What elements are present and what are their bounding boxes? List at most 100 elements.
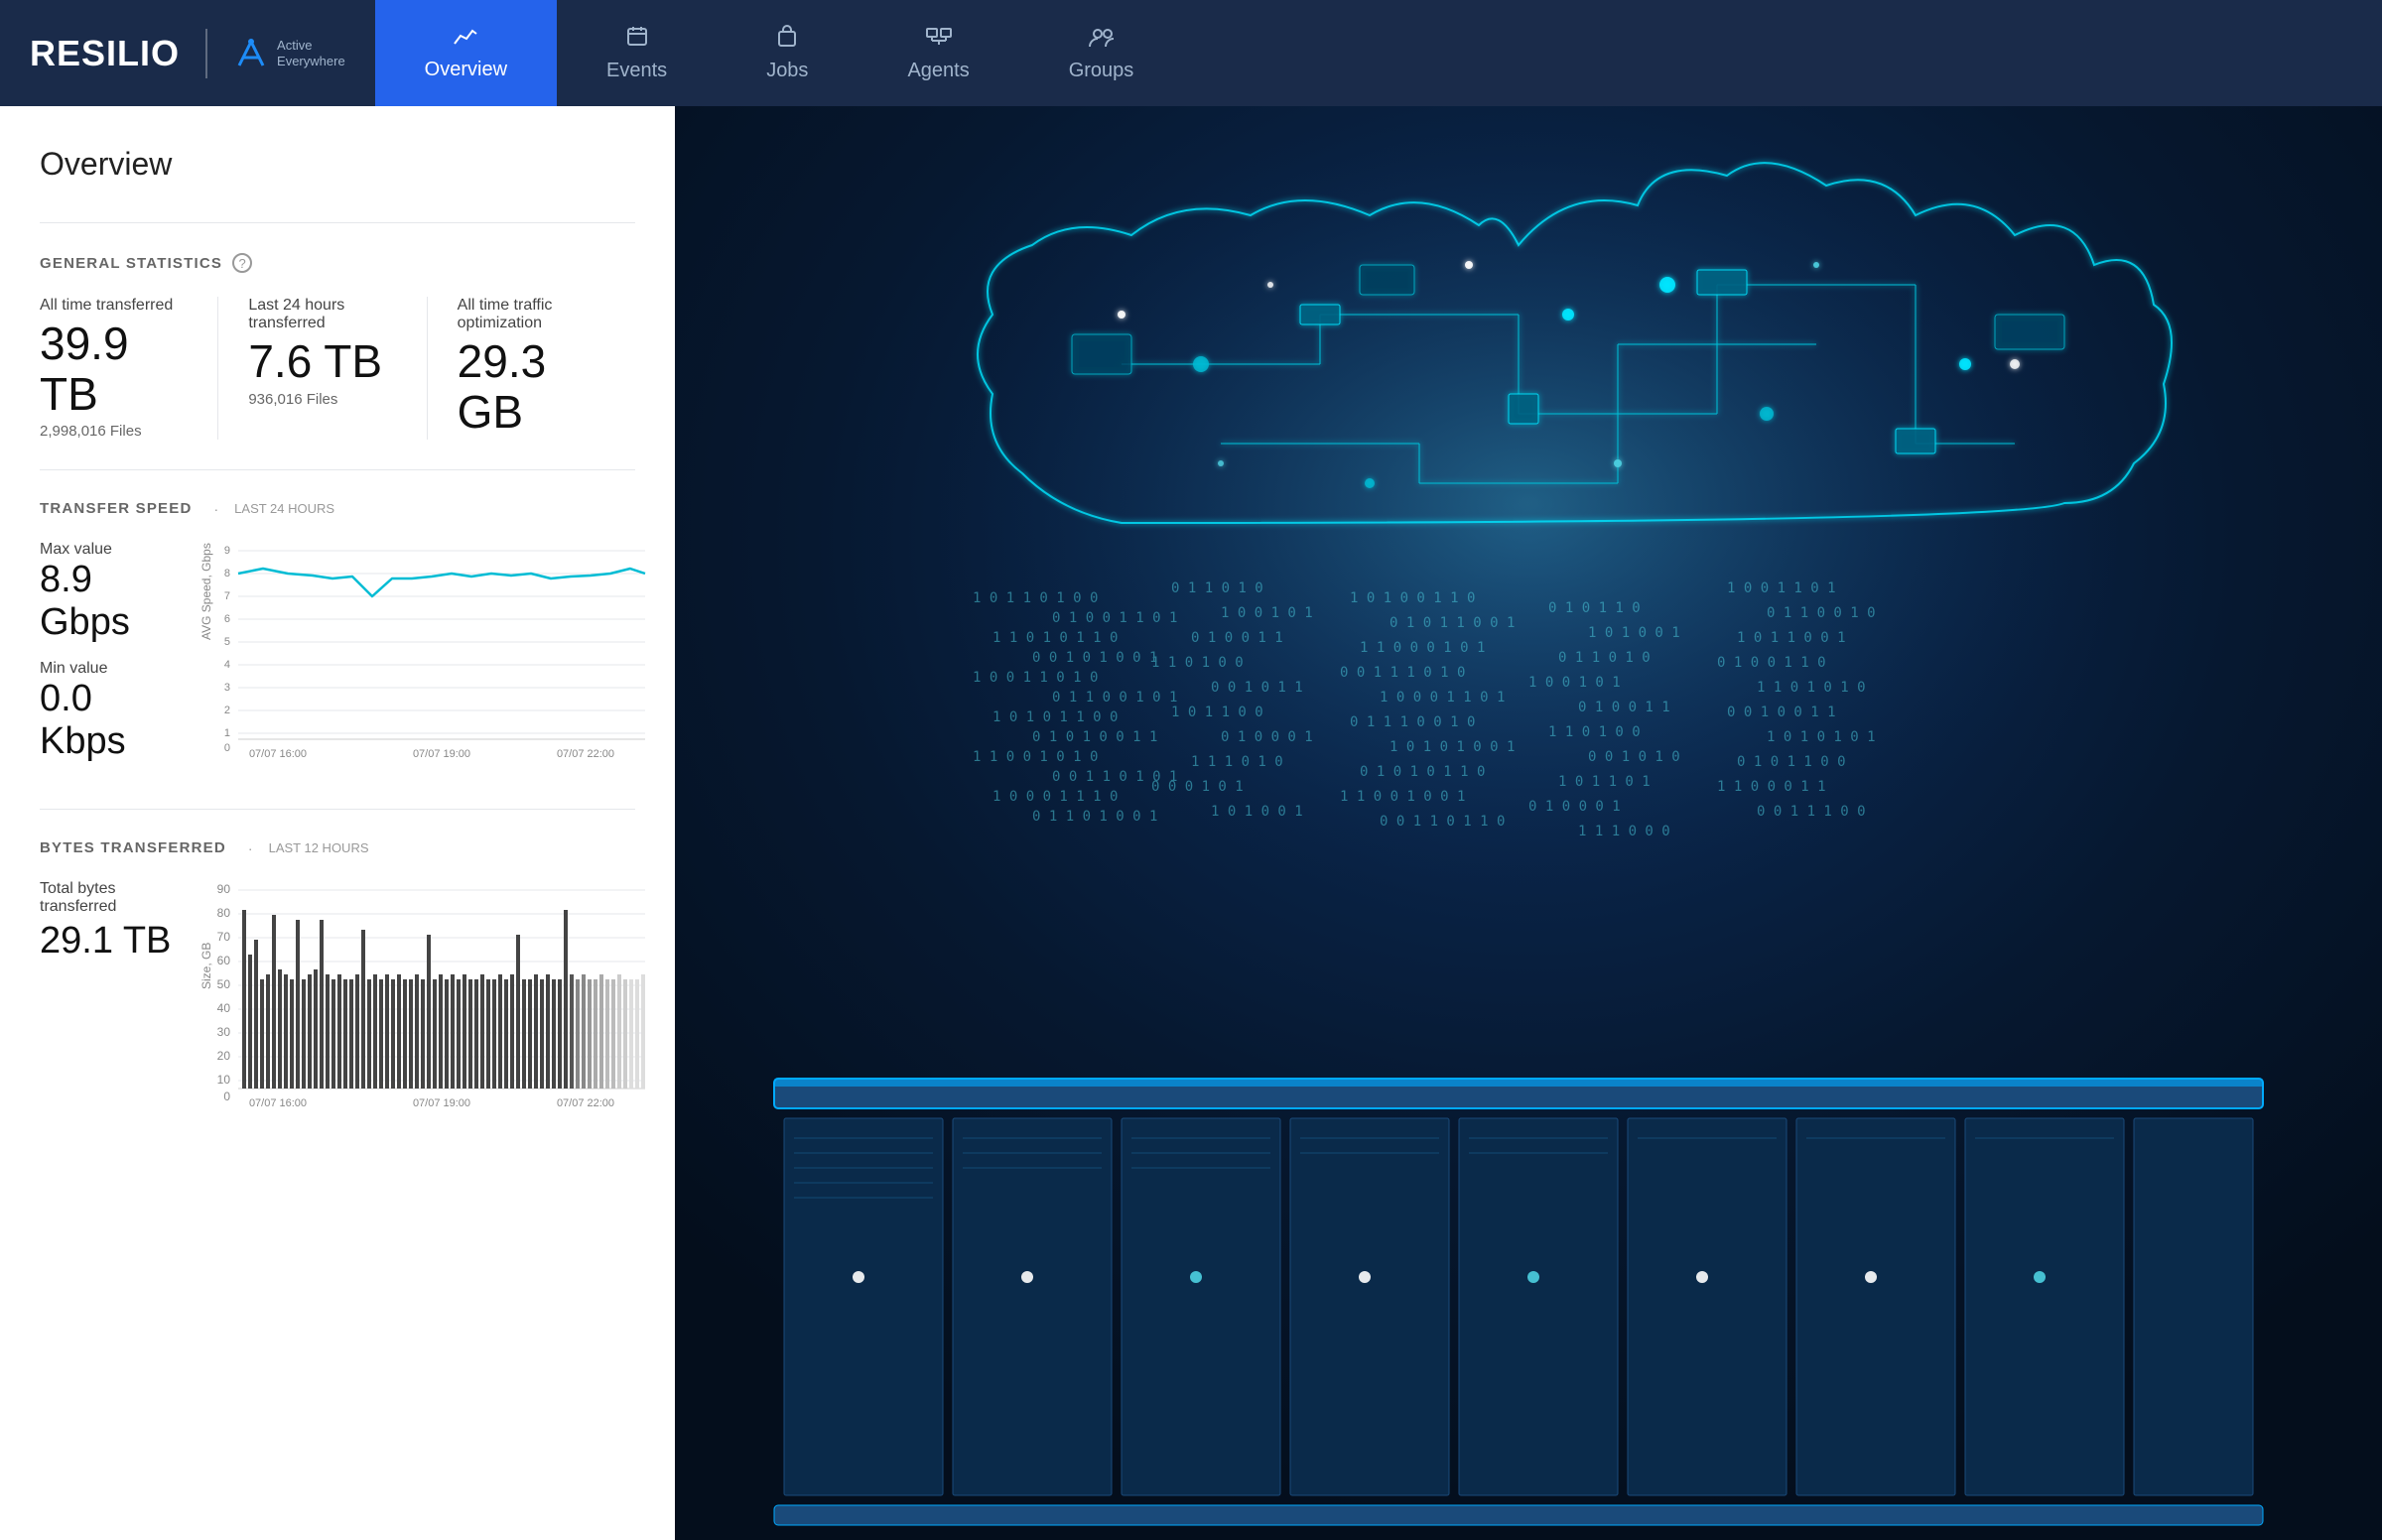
svg-text:70: 70 [217,930,231,944]
line-chart-area: 9 8 7 6 5 4 3 2 1 0 AVG Speed, Gbps 07/0… [198,541,655,764]
stat-value-2: 29.3 GB [458,336,605,437]
agents-icon [925,25,953,54]
svg-text:20: 20 [217,1049,231,1063]
svg-text:0 1 0 0 1 1: 0 1 0 0 1 1 [1191,630,1283,646]
svg-text:1 0 1 0 1 1 0 0: 1 0 1 0 1 1 0 0 [992,709,1118,725]
svg-text:10: 10 [217,1073,231,1087]
general-stats-header: GENERAL STATISTICS ? [40,253,635,273]
svg-text:0 1 0 1 1 0 0: 0 1 0 1 1 0 0 [1737,754,1846,770]
svg-text:0 0 1 0 1 1: 0 0 1 0 1 1 [1211,680,1303,696]
min-speed: Min value 0.0 Kbps [40,660,179,763]
stat-sub-1: 936,016 Files [248,391,396,408]
ae-icon [233,36,269,71]
transfer-speed-label: TRANSFER SPEED [40,500,193,517]
tab-overview-label: Overview [425,59,507,81]
max-speed-value: 8.9 Gbps [40,559,179,644]
svg-text:1 0 1 0 0 1: 1 0 1 0 0 1 [1211,804,1303,820]
min-speed-label: Min value [40,660,179,678]
svg-text:50: 50 [217,977,231,991]
svg-text:1 1 0 0 1 0 0 1: 1 1 0 0 1 0 0 1 [1340,789,1465,805]
svg-text:0 1 0 0 1 1: 0 1 0 0 1 1 [1578,700,1670,715]
right-panel: 1 0 1 1 0 1 0 0 0 1 0 0 1 1 0 1 1 1 0 1 … [675,106,2382,1540]
svg-text:6: 6 [224,613,230,625]
bytes-total-label: Total bytes transferred [40,880,179,916]
transfer-speed-chart-container: Max value 8.9 Gbps Min value 0.0 Kbps [40,541,635,779]
svg-text:2: 2 [224,705,230,716]
bar-chart-area: 90 80 70 60 50 40 30 20 10 0 Size, GB [198,880,655,1123]
svg-text:07/07 22:00: 07/07 22:00 [557,748,614,760]
svg-text:1 0 0 1 1 0 1: 1 0 0 1 1 0 1 [1727,580,1836,596]
svg-text:1 0 0 1 0 1: 1 0 0 1 0 1 [1221,605,1313,621]
page-title: Overview [40,146,635,183]
tab-events[interactable]: Events [557,0,717,106]
svg-text:80: 80 [217,906,231,920]
svg-text:3: 3 [224,682,230,694]
divider-1 [40,222,635,223]
svg-text:0 0 1 1 0 1 1 0: 0 0 1 1 0 1 1 0 [1380,814,1505,830]
svg-text:0 0 1 0 0 1 1: 0 0 1 0 0 1 1 [1727,705,1836,720]
tab-groups[interactable]: Groups [1019,0,1184,106]
svg-text:1 0 1 1 0 1 0 0: 1 0 1 1 0 1 0 0 [973,590,1098,606]
svg-text:0 1 0 1 1 0 0 1: 0 1 0 1 1 0 0 1 [1390,615,1515,631]
bytes-section-label: BYTES TRANSFERRED [40,839,226,856]
nav-tabs: Overview Events Jobs Agents Groups [375,0,1184,106]
svg-text:Size, GB: Size, GB [199,943,213,989]
svg-text:9: 9 [224,545,230,557]
svg-text:0 1 1 1 0 0 1 0: 0 1 1 1 0 0 1 0 [1350,714,1475,730]
svg-text:1 0 0 0 1 1 1 0: 1 0 0 0 1 1 1 0 [992,789,1118,805]
max-speed-label: Max value [40,541,179,559]
nav-bar: RESILIO Active Everywhere Overview [0,0,2382,106]
svg-text:0: 0 [224,742,230,754]
svg-text:1 1 0 1 0 0: 1 1 0 1 0 0 [1151,655,1244,671]
svg-text:0 1 1 0 0 1 0: 0 1 1 0 0 1 0 [1767,605,1876,621]
svg-text:AVG Speed, Gbps: AVG Speed, Gbps [199,543,213,640]
transfer-speed-header: TRANSFER SPEED · LAST 24 HOURS [40,500,635,517]
svg-text:1 0 1 1 0 0: 1 0 1 1 0 0 [1171,705,1263,720]
svg-text:0 1 1 0 1 0: 0 1 1 0 1 0 [1558,650,1651,666]
stat-label-2: All time traffic optimization [458,297,605,332]
line-chart: 9 8 7 6 5 4 3 2 1 0 AVG Speed, Gbps 07/0… [198,541,655,759]
svg-text:1 0 1 1 0 0 1: 1 0 1 1 0 0 1 [1737,630,1846,646]
svg-text:0 1 1 0 1 0 0 1: 0 1 1 0 1 0 0 1 [1032,809,1157,825]
svg-text:0 0 1 1 1 0 1 0: 0 0 1 1 1 0 1 0 [1340,665,1465,681]
svg-text:90: 90 [217,882,231,896]
bytes-stats: Total bytes transferred 29.1 TB [40,880,179,962]
svg-text:0 1 0 0 0 1: 0 1 0 0 0 1 [1221,729,1313,745]
groups-icon [1088,25,1116,54]
svg-text:1 0 1 0 1 0 0 1: 1 0 1 0 1 0 0 1 [1390,739,1515,755]
svg-text:0 0 1 0 1 0: 0 0 1 0 1 0 [1588,749,1680,765]
svg-text:1: 1 [224,727,230,739]
tab-jobs[interactable]: Jobs [717,0,858,106]
bytes-transferred-section: BYTES TRANSFERRED · LAST 12 HOURS Total … [40,839,635,1123]
svg-text:1 0 1 1 0 1: 1 0 1 1 0 1 [1558,774,1651,790]
info-icon[interactable]: ? [232,253,252,273]
general-stats-label: GENERAL STATISTICS [40,255,222,272]
logo-divider [205,29,207,78]
divider-3 [40,809,635,810]
cloud-circuit-illustration: 1 0 1 1 0 1 0 0 0 1 0 0 1 1 0 1 1 1 0 1 … [675,106,2382,1540]
svg-text:0 1 0 0 1 1 0 1: 0 1 0 0 1 1 0 1 [1052,610,1177,626]
svg-text:7: 7 [224,590,230,602]
svg-text:1 0 0 1 1 0 1 0: 1 0 0 1 1 0 1 0 [973,670,1098,686]
svg-text:0 0 1 0 1 0 0 1: 0 0 1 0 1 0 0 1 [1032,650,1157,666]
svg-text:1 0 0 1 0 1: 1 0 0 1 0 1 [1528,675,1621,691]
svg-text:1 1 0 0 1 0 1 0: 1 1 0 0 1 0 1 0 [973,749,1098,765]
svg-text:0 1 0 1 0 1 1 0: 0 1 0 1 0 1 1 0 [1360,764,1485,780]
svg-text:07/07 22:00: 07/07 22:00 [557,1097,614,1109]
tab-overview[interactable]: Overview [375,0,557,106]
stat-value-0: 39.9 TB [40,319,188,419]
svg-text:60: 60 [217,954,231,967]
stat-traffic-optimization: All time traffic optimization 29.3 GB [427,297,635,440]
bytes-total-value: 29.1 TB [40,920,179,962]
svg-text:1 1 1 0 0 0: 1 1 1 0 0 0 [1578,824,1670,839]
tab-agents[interactable]: Agents [858,0,1018,106]
svg-text:4: 4 [224,659,230,671]
bytes-chart-container: Total bytes transferred 29.1 TB [40,880,635,1123]
bytes-period: LAST 12 HOURS [269,840,369,855]
tab-groups-label: Groups [1069,60,1134,82]
svg-text:1 1 0 1 0 1 1 0: 1 1 0 1 0 1 1 0 [992,630,1118,646]
svg-text:5: 5 [224,636,230,648]
stat-value-1: 7.6 TB [248,336,396,387]
svg-text:1 1 0 1 0 0: 1 1 0 1 0 0 [1548,724,1641,740]
max-speed: Max value 8.9 Gbps [40,541,179,644]
